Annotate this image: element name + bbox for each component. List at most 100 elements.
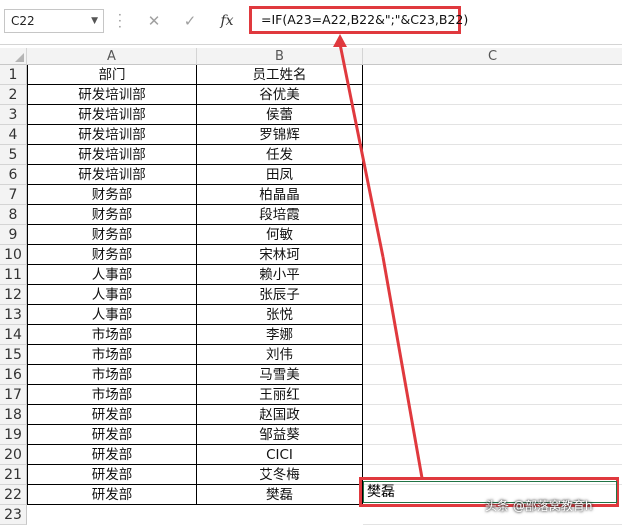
cell-c[interactable] <box>363 285 622 305</box>
row-header[interactable]: 15 <box>0 345 27 365</box>
cell-b[interactable]: 马雪美 <box>197 365 363 385</box>
cell-c[interactable] <box>363 185 622 205</box>
cell-b[interactable]: 张辰子 <box>197 285 363 305</box>
insert-function-icon[interactable]: fx <box>212 8 242 34</box>
row-header[interactable]: 17 <box>0 385 27 405</box>
column-header-b[interactable]: B <box>197 48 363 65</box>
chevron-down-icon[interactable]: ▼ <box>91 10 98 32</box>
cell-b[interactable]: 员工姓名 <box>197 65 363 85</box>
cell-b[interactable]: 柏晶晶 <box>197 185 363 205</box>
cell-b[interactable]: 段培霞 <box>197 205 363 225</box>
row-header[interactable]: 20 <box>0 445 27 465</box>
row-header[interactable]: 13 <box>0 305 27 325</box>
cell-c[interactable] <box>363 65 622 85</box>
cell-b[interactable]: 罗锦辉 <box>197 125 363 145</box>
row-header[interactable]: 23 <box>0 505 27 525</box>
formula-input[interactable]: =IF(A23=A22,B22&";"&C23,B22) <box>249 6 468 34</box>
cell-b[interactable]: 李娜 <box>197 325 363 345</box>
column-header-a[interactable]: A <box>27 48 197 65</box>
cell-b[interactable]: 赵国政 <box>197 405 363 425</box>
cell-a[interactable]: 财务部 <box>27 225 197 245</box>
cell-c[interactable] <box>363 405 622 425</box>
row-header[interactable]: 22 <box>0 485 27 505</box>
cell-a[interactable]: 研发培训部 <box>27 125 197 145</box>
cell-b[interactable]: 侯蕾 <box>197 105 363 125</box>
cell-a[interactable]: 市场部 <box>27 365 197 385</box>
row-header[interactable]: 6 <box>0 165 27 185</box>
cell-a[interactable]: 研发部 <box>27 405 197 425</box>
cell-a[interactable]: 研发部 <box>27 445 197 465</box>
row-header[interactable]: 12 <box>0 285 27 305</box>
cell-a[interactable]: 财务部 <box>27 185 197 205</box>
cell-a[interactable]: 研发培训部 <box>27 85 197 105</box>
cell-b[interactable]: CICI <box>197 445 363 465</box>
row-header[interactable]: 2 <box>0 85 27 105</box>
cell-a[interactable]: 研发部 <box>27 465 197 485</box>
cell-c[interactable] <box>363 165 622 185</box>
cell-a[interactable]: 市场部 <box>27 345 197 365</box>
name-box[interactable]: C22 ▼ <box>4 9 104 33</box>
cell-c[interactable] <box>363 265 622 285</box>
cell-b[interactable]: 张悦 <box>197 305 363 325</box>
cell-c[interactable] <box>363 145 622 165</box>
row-header[interactable]: 4 <box>0 125 27 145</box>
cell-c[interactable] <box>363 445 622 465</box>
cell-c[interactable] <box>363 385 622 405</box>
cell-c[interactable] <box>363 125 622 145</box>
cell-c[interactable] <box>363 425 622 445</box>
cell-b[interactable]: 樊磊 <box>197 485 363 505</box>
row-header[interactable]: 14 <box>0 325 27 345</box>
row-header[interactable]: 8 <box>0 205 27 225</box>
cell-a[interactable]: 研发培训部 <box>27 105 197 125</box>
cell-a[interactable]: 人事部 <box>27 285 197 305</box>
row-header[interactable]: 19 <box>0 425 27 445</box>
cell-a[interactable]: 研发部 <box>27 485 197 505</box>
enter-icon[interactable]: ✓ <box>176 9 204 33</box>
cell-b[interactable]: 谷优美 <box>197 85 363 105</box>
cell-c[interactable] <box>363 245 622 265</box>
cell-b[interactable]: 艾冬梅 <box>197 465 363 485</box>
cell-c[interactable] <box>363 305 622 325</box>
cell-a[interactable]: 市场部 <box>27 325 197 345</box>
row-header[interactable]: 5 <box>0 145 27 165</box>
watermark-text: 头条 @部落窝教育h <box>485 499 593 513</box>
cell-c[interactable] <box>363 85 622 105</box>
row-header[interactable]: 21 <box>0 465 27 485</box>
cell-c22-value: 樊磊 <box>367 484 395 500</box>
cell-c[interactable] <box>363 205 622 225</box>
cell-a[interactable]: 部门 <box>27 65 197 85</box>
cell-b[interactable]: 宋林珂 <box>197 245 363 265</box>
cell-c[interactable] <box>363 345 622 365</box>
cell-c[interactable] <box>363 325 622 345</box>
cell-a[interactable]: 市场部 <box>27 385 197 405</box>
cell-a[interactable]: 研发培训部 <box>27 165 197 185</box>
row-header[interactable]: 10 <box>0 245 27 265</box>
cell-b[interactable]: 何敏 <box>197 225 363 245</box>
cell-a[interactable]: 研发部 <box>27 425 197 445</box>
cell-b[interactable]: 王丽红 <box>197 385 363 405</box>
drag-handle-icon[interactable]: · · · <box>118 9 124 33</box>
row-header[interactable]: 9 <box>0 225 27 245</box>
row-header[interactable]: 1 <box>0 65 27 85</box>
cell-b[interactable]: 田凤 <box>197 165 363 185</box>
cell-b[interactable]: 刘伟 <box>197 345 363 365</box>
cell-c[interactable] <box>363 105 622 125</box>
cell-a[interactable]: 人事部 <box>27 265 197 285</box>
cell-a[interactable]: 财务部 <box>27 205 197 225</box>
cell-b[interactable]: 赖小平 <box>197 265 363 285</box>
row-header[interactable]: 7 <box>0 185 27 205</box>
cell-c[interactable] <box>363 225 622 245</box>
row-header[interactable]: 16 <box>0 365 27 385</box>
cell-c[interactable] <box>363 365 622 385</box>
row-header[interactable]: 3 <box>0 105 27 125</box>
cell-a[interactable]: 财务部 <box>27 245 197 265</box>
cell-a[interactable]: 研发培训部 <box>27 145 197 165</box>
cell-a[interactable]: 人事部 <box>27 305 197 325</box>
column-header-c[interactable]: C <box>363 48 622 65</box>
row-header[interactable]: 11 <box>0 265 27 285</box>
cell-b[interactable]: 邹益葵 <box>197 425 363 445</box>
cancel-icon[interactable]: ✕ <box>140 9 168 33</box>
select-all-corner[interactable] <box>0 48 27 65</box>
row-header[interactable]: 18 <box>0 405 27 425</box>
cell-b[interactable]: 任发 <box>197 145 363 165</box>
